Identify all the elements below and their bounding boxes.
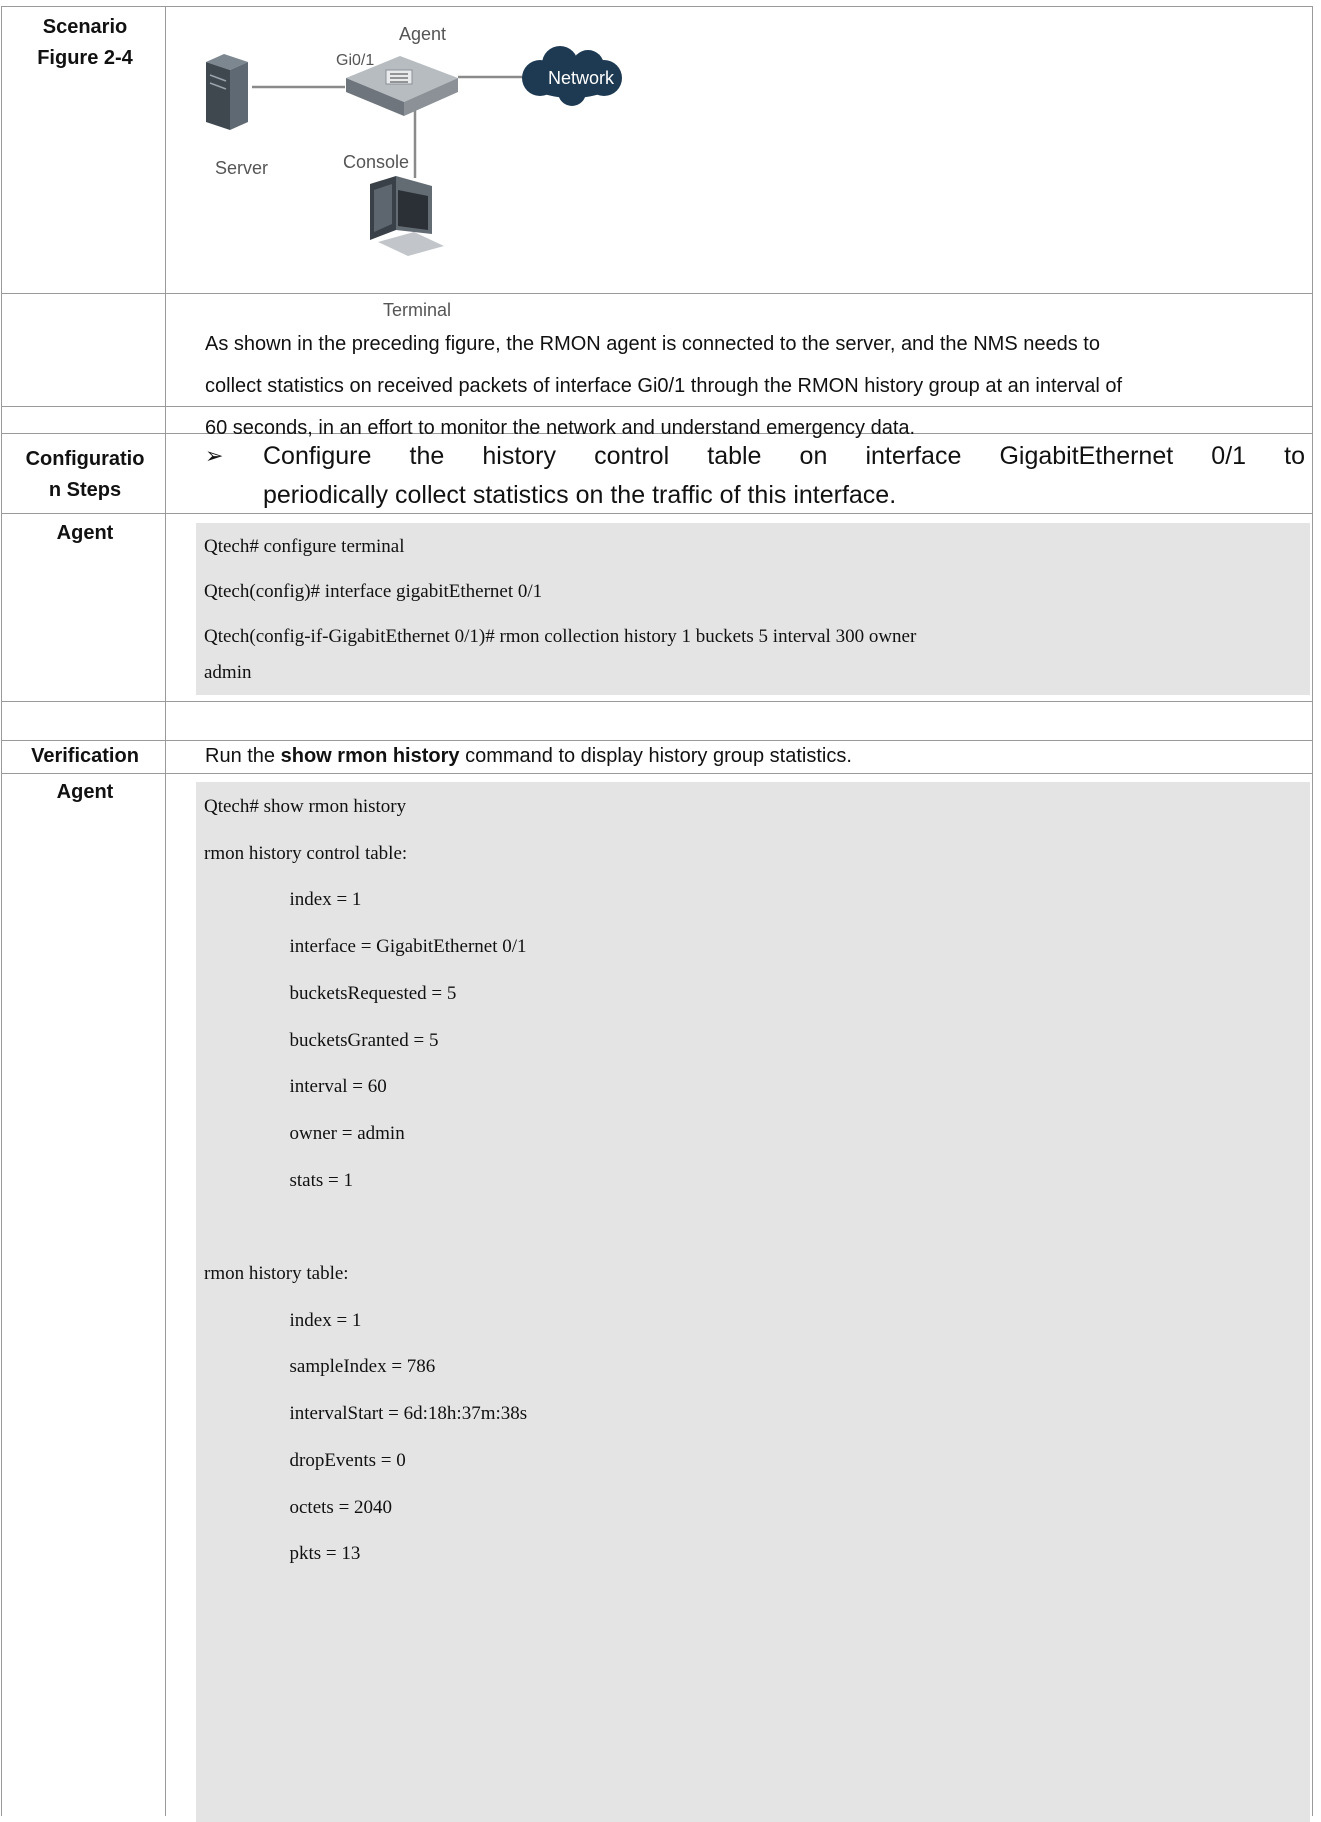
code-line: octets = 2040 <box>204 1496 393 1518</box>
server-icon <box>206 54 248 130</box>
code-line: Qtech(config)# interface gigabitEthernet… <box>204 581 543 602</box>
verification-code-block: Qtech# show rmon history rmon history con… <box>196 782 1310 1822</box>
code-line: rmon history table: <box>204 1263 349 1284</box>
verification-text: Run the show rmon history command to dis… <box>205 745 852 768</box>
code-line: dropEvents = 0 <box>204 1449 406 1471</box>
code-line: bucketsRequested = 5 <box>204 982 457 1004</box>
table-border-right <box>1312 6 1313 1816</box>
code-line: Qtech(config-if-GigabitEthernet 0/1)# rm… <box>204 626 917 647</box>
arrow-bullet-icon: ➢ <box>205 444 224 469</box>
code-line: index = 1 <box>204 1309 362 1331</box>
network-node-label: Network <box>548 68 615 88</box>
figure-label-text: Figure 2-4 <box>37 47 133 69</box>
code-line: Qtech# configure terminal <box>204 536 405 557</box>
code-line: rmon history control table: <box>204 842 408 864</box>
console-link-label: Console <box>343 152 410 172</box>
config-code-block: Qtech# configure terminal Qtech(config)#… <box>196 523 1310 695</box>
code-line: interface = GigabitEthernet 0/1 <box>204 936 527 958</box>
config-step-line1: Configure the history control table on i… <box>263 442 1305 470</box>
code-line: index = 1 <box>204 889 362 911</box>
agent-label-2: Agent <box>56 781 114 803</box>
config-label-line2: n Steps <box>48 479 122 501</box>
code-line: stats = 1 <box>204 1169 354 1191</box>
code-line: sampleIndex = 786 <box>204 1356 436 1378</box>
agent-label-1: Agent <box>56 522 114 544</box>
config-label-line1: Configuratio <box>25 448 145 470</box>
config-step-line2: periodically collect statistics on the t… <box>263 481 897 509</box>
terminal-icon <box>370 176 444 256</box>
code-line: admin <box>204 662 252 683</box>
code-line: pkts = 13 <box>204 1543 361 1565</box>
code-line: bucketsGranted = 5 <box>204 1029 439 1051</box>
code-line: Qtech# show rmon history <box>204 796 407 817</box>
scenario-label: Scenario Figure 2-4 <box>0 12 180 74</box>
row-divider <box>1 293 1313 294</box>
table-column-divider <box>165 6 166 1816</box>
code-line: interval = 60 <box>204 1076 387 1098</box>
verification-command: show rmon history <box>280 745 460 767</box>
network-topology-diagram <box>206 46 622 256</box>
code-line: owner = admin <box>204 1122 405 1144</box>
description-line: collect statistics on received packets o… <box>205 375 1123 397</box>
table-border-left <box>1 6 2 1816</box>
verification-suffix: command to display history group statist… <box>459 745 852 767</box>
table-border-top <box>1 6 1313 7</box>
row-divider <box>1 740 1313 741</box>
config-steps-label: Configuratio n Steps <box>0 444 180 506</box>
agent-node-label: Agent <box>399 24 447 44</box>
port-label: Gi0/1 <box>336 52 375 69</box>
row-divider <box>1 773 1313 774</box>
verification-label: Verification <box>31 745 139 767</box>
server-node-label: Server <box>215 158 269 178</box>
description-line: As shown in the preceding figure, the RM… <box>205 333 1100 355</box>
code-line: intervalStart = 6d:18h:37m:38s <box>204 1403 528 1425</box>
verification-prefix: Run the <box>205 745 281 767</box>
row-divider <box>1 701 1313 702</box>
terminal-node-label: Terminal <box>383 300 452 320</box>
scenario-label-text: Scenario <box>42 16 128 38</box>
